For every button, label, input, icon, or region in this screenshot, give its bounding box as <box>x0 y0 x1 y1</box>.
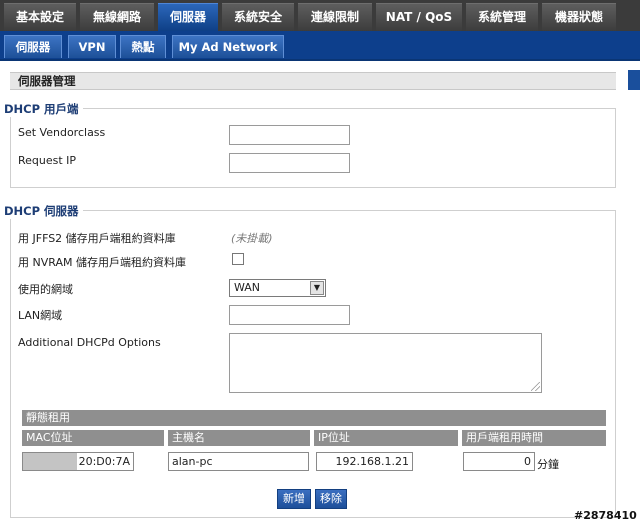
dhcp-client-legend: DHCP 用戶端 <box>4 101 83 117</box>
column-header-mac: MAC位址 <box>22 430 164 446</box>
help-tab[interactable] <box>628 70 640 90</box>
top-nav-bar: 基本設定 無線網路 伺服器 系統安全 連線限制 NAT / QoS 系統管理 機… <box>0 0 640 31</box>
tab-basic-setup[interactable]: 基本設定 <box>4 3 76 31</box>
sub-nav-bar: 伺服器 VPN 熱點 My Ad Network <box>0 31 640 61</box>
tab-services[interactable]: 伺服器 <box>158 3 218 31</box>
subtab-services[interactable]: 伺服器 <box>4 35 62 58</box>
ip-address-input[interactable]: 192.168.1.21 <box>316 452 413 471</box>
lan-domain-label: LAN網域 <box>18 309 63 322</box>
section-title: 伺服器管理 <box>10 72 616 90</box>
subtab-hotspot[interactable]: 熱點 <box>120 35 166 58</box>
watermark-text: #2878410 <box>574 509 637 522</box>
column-header-hostname: 主機名 <box>168 430 310 446</box>
hostname-input[interactable]: alan-pc <box>168 452 309 471</box>
mac-address-value: 20:D0:7A <box>78 455 130 468</box>
lease-time-input[interactable]: 0 <box>463 452 535 471</box>
domain-select-value: WAN <box>234 281 261 294</box>
dhcpd-options-textarea[interactable] <box>229 333 542 393</box>
chevron-down-icon[interactable]: ▼ <box>310 281 324 295</box>
remove-button[interactable]: 移除 <box>315 489 347 509</box>
domain-select[interactable]: WAN ▼ <box>229 279 326 297</box>
static-lease-title: 靜態租用 <box>22 410 606 426</box>
jffs2-label: 用 JFFS2 儲存用戶端租約資料庫 <box>18 232 176 245</box>
request-ip-input[interactable] <box>229 153 350 173</box>
resize-grip-icon[interactable] <box>531 382 540 391</box>
subtab-vpn[interactable]: VPN <box>68 35 116 58</box>
subtab-my-ad-network[interactable]: My Ad Network <box>172 35 284 58</box>
vendorclass-input[interactable] <box>229 125 350 145</box>
mac-redaction <box>23 453 77 470</box>
tab-security[interactable]: 系統安全 <box>222 3 294 31</box>
dhcp-client-fieldset <box>10 108 616 188</box>
add-button[interactable]: 新增 <box>277 489 311 509</box>
lan-domain-input[interactable] <box>229 305 350 325</box>
mac-address-input[interactable]: 20:D0:7A <box>22 452 134 471</box>
tab-wireless[interactable]: 無線網路 <box>80 3 154 31</box>
tab-nat-qos[interactable]: NAT / QoS <box>376 3 462 31</box>
jffs2-status-note: (未掛載) <box>231 232 273 245</box>
vendorclass-label: Set Vendorclass <box>18 126 106 139</box>
lease-time-unit: 分鐘 <box>537 458 559 471</box>
domain-label: 使用的網域 <box>18 283 73 296</box>
tab-administration[interactable]: 系統管理 <box>466 3 538 31</box>
tab-status[interactable]: 機器狀態 <box>542 3 616 31</box>
dhcpd-options-label: Additional DHCPd Options <box>18 336 161 349</box>
column-header-ip: IP位址 <box>314 430 458 446</box>
nvram-checkbox[interactable] <box>232 253 244 265</box>
request-ip-label: Request IP <box>18 154 77 167</box>
dhcp-server-legend: DHCP 伺服器 <box>4 203 83 219</box>
column-header-lease-time: 用戶端租用時間 <box>462 430 606 446</box>
tab-access-restrictions[interactable]: 連線限制 <box>298 3 372 31</box>
nvram-label: 用 NVRAM 儲存用戶端租約資料庫 <box>18 256 186 269</box>
